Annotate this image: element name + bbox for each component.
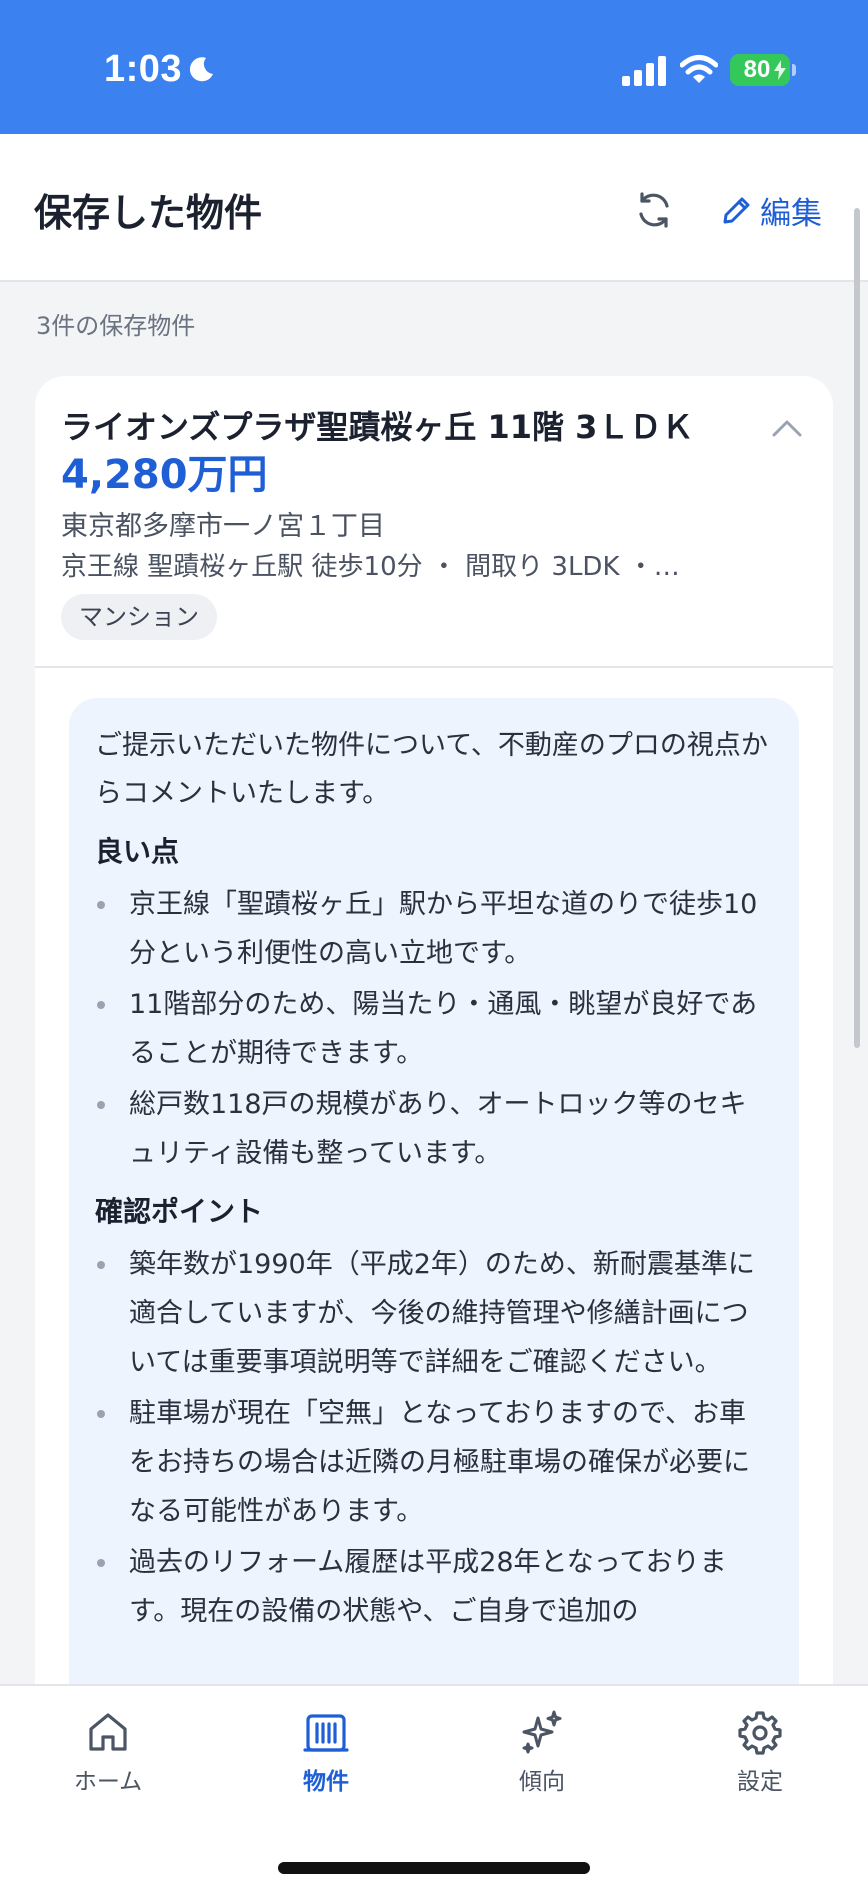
sparkles-icon	[522, 1710, 562, 1754]
list-item-text: 過去のリフォーム履歴は平成28年となっております。現在の設備の状態や、ご自身で追…	[129, 1547, 727, 1627]
list-item: 駐車場が現在「空無」となっておりますので、お車をお持ちの場合は近隣の月極駐車場の…	[95, 1389, 771, 1536]
list-item-text: 築年数が1990年（平成2年）のため、新耐震基準に適合していますが、今後の維持管…	[129, 1249, 755, 1378]
home-indicator	[278, 1862, 590, 1874]
battery-level: 80	[743, 56, 771, 83]
list-item-text: 総戸数118戸の規模があり、オートロック等のセキュリティ設備も整っています。	[129, 1089, 747, 1169]
list-item-text: 京王線「聖蹟桜ヶ丘」駅から平坦な道のりで徒歩10分という利便性の高い立地です。	[129, 889, 758, 969]
tab-trends[interactable]: 傾向	[472, 1708, 612, 1808]
tab-settings[interactable]: 設定	[690, 1708, 830, 1808]
battery-icon: 80	[730, 54, 790, 86]
list-item: 過去のリフォーム履歴は平成28年となっております。現在の設備の状態や、ご自身で追…	[95, 1538, 771, 1636]
battery-cap	[792, 64, 796, 76]
bullet-dot	[97, 1001, 105, 1009]
section-heading-check: 確認ポイント	[95, 1195, 264, 1228]
property-meta: 京王線 聖蹟桜ヶ丘駅 徒歩10分 ・ 間取り 3LDK ・…	[61, 552, 680, 582]
chevron-up-icon	[772, 420, 802, 437]
bullet-dot	[97, 1261, 105, 1269]
refresh-icon	[639, 192, 669, 228]
good-points-list: 京王線「聖蹟桜ヶ丘」駅から平坦な道のりで徒歩10分という利便性の高い立地です。 …	[95, 880, 771, 1178]
home-icon	[89, 1713, 127, 1751]
building-icon	[303, 1714, 349, 1752]
property-type-tag: マンション	[61, 594, 217, 640]
bullet-dot	[97, 901, 105, 909]
property-card: ライオンズプラザ聖蹟桜ヶ丘 11階 3ＬＤＫ 4,280万円 東京都多摩市一ノ宮…	[35, 376, 833, 1776]
property-price: 4,280万円	[61, 452, 268, 498]
saved-count: 3件の保存物件	[36, 312, 196, 340]
ai-comment: ご提示いただいた物件について、不動産のプロの視点からコメントいたします。 良い点…	[69, 698, 799, 1776]
bullet-dot	[97, 1101, 105, 1109]
refresh-button[interactable]	[628, 184, 680, 236]
list-item: 11階部分のため、陽当たり・通風・眺望が良好であることが期待できます。	[95, 980, 771, 1078]
property-card-header[interactable]: ライオンズプラザ聖蹟桜ヶ丘 11階 3ＬＤＫ 4,280万円 東京都多摩市一ノ宮…	[35, 376, 833, 668]
collapse-button[interactable]	[765, 406, 809, 450]
wifi-icon	[680, 55, 718, 83]
tab-trends-label: 傾向	[519, 1769, 565, 1795]
tab-home-label: ホーム	[73, 1769, 143, 1795]
signal-icon	[622, 56, 666, 86]
comment-intro: ご提示いただいた物件について、不動産のプロの視点からコメントいたします。	[95, 730, 768, 809]
list-item-text: 11階部分のため、陽当たり・通風・眺望が良好であることが期待できます。	[129, 989, 758, 1069]
property-address: 東京都多摩市一ノ宮１丁目	[61, 511, 385, 542]
list-item: 総戸数118戸の規模があり、オートロック等のセキュリティ設備も整っています。	[95, 1080, 771, 1178]
tab-properties[interactable]: 物件	[256, 1708, 396, 1808]
bolt-icon	[774, 60, 786, 80]
tab-properties-label: 物件	[303, 1769, 349, 1795]
saved-list: 3件の保存物件 ライオンズプラザ聖蹟桜ヶ丘 11階 3ＬＤＫ 4,280万円 東…	[0, 284, 868, 1776]
page-title: 保存した物件	[34, 191, 263, 235]
edit-button[interactable]: 編集	[722, 184, 822, 236]
tab-settings-label: 設定	[737, 1769, 783, 1795]
list-item: 築年数が1990年（平成2年）のため、新耐震基準に適合していますが、今後の維持管…	[95, 1240, 771, 1387]
gear-icon	[738, 1711, 782, 1755]
section-heading-good: 良い点	[95, 835, 180, 868]
edit-label: 編集	[760, 195, 822, 232]
bullet-dot	[97, 1559, 105, 1567]
check-points-list: 築年数が1990年（平成2年）のため、新耐震基準に適合していますが、今後の維持管…	[95, 1240, 771, 1636]
list-item: 京王線「聖蹟桜ヶ丘」駅から平坦な道のりで徒歩10分という利便性の高い立地です。	[95, 880, 771, 978]
status-time: 1:03	[104, 48, 183, 90]
page-header: 保存した物件 編集	[0, 134, 868, 282]
bullet-dot	[97, 1410, 105, 1418]
tab-home[interactable]: ホーム	[38, 1708, 178, 1808]
list-item-text: 駐車場が現在「空無」となっておりますので、お車をお持ちの場合は近隣の月極駐車場の…	[129, 1398, 750, 1527]
status-bar: 1:03 80	[0, 0, 868, 134]
pencil-icon	[723, 197, 750, 224]
moon-icon	[189, 57, 213, 82]
tab-bar: ホーム 物件 傾向 設定	[0, 1684, 868, 1887]
